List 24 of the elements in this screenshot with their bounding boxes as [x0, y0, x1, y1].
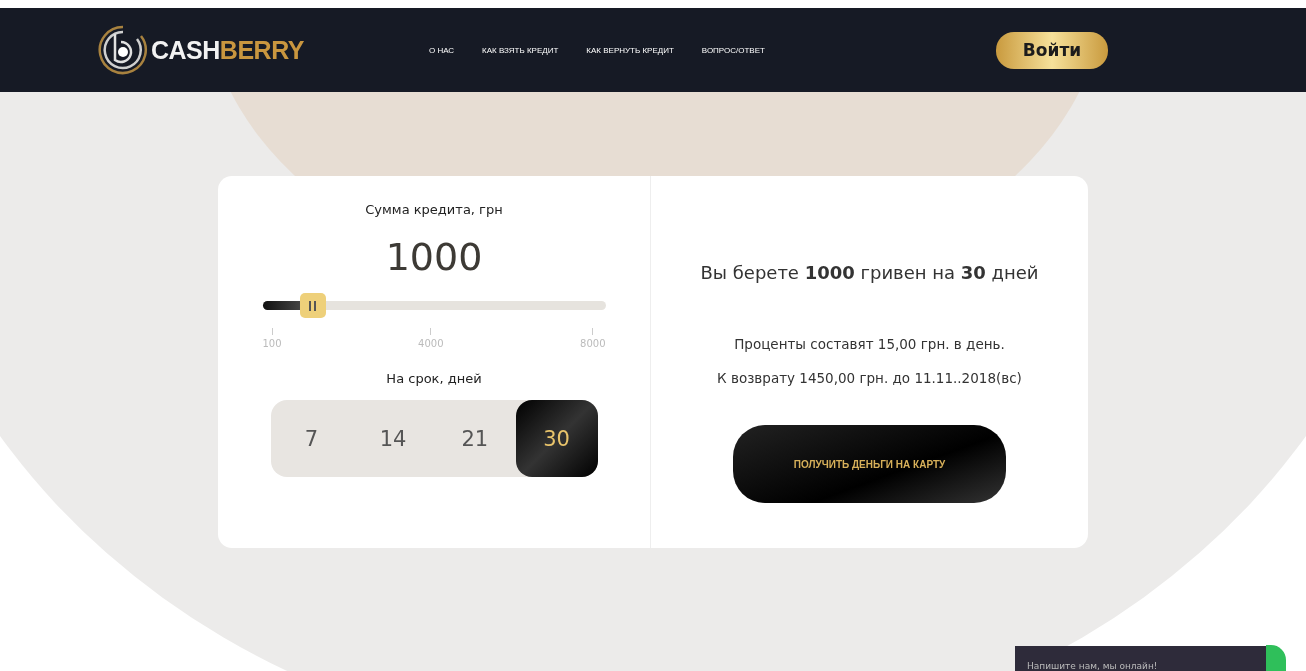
amount-slider[interactable]: [262, 293, 606, 318]
amount-label: Сумма кредита, грн: [365, 202, 503, 217]
logo-text: CASHBERRY: [151, 35, 304, 65]
tick-label: 100: [262, 338, 282, 349]
nav-link[interactable]: О НАС: [428, 45, 455, 55]
summary-headline: Вы берете 1000 гривен на 30 дней: [700, 262, 1039, 283]
login-button[interactable]: Войти: [996, 31, 1108, 69]
term-option[interactable]: 7: [270, 400, 353, 477]
repayment-text: К возврату 1450,00 грн. до 11.11..2018(вс): [717, 369, 1022, 388]
nav-link[interactable]: ВОПРОС/ОТВЕТ: [701, 45, 765, 55]
term-option[interactable]: 21: [434, 400, 516, 477]
slider-thumb[interactable]: [299, 293, 326, 318]
amount-value: 1000: [385, 235, 483, 279]
logo-icon: [97, 24, 149, 76]
nav-link[interactable]: КАК ВЗЯТЬ КРЕДИТ: [482, 45, 559, 55]
interest-text: Проценты составят 15,00 грн. в день.: [733, 335, 1006, 354]
tick-label: 4000: [418, 338, 444, 349]
chat-text: Напишите нам, мы онлайн!: [1027, 661, 1158, 671]
term-option[interactable]: 14: [352, 400, 434, 477]
get-money-button[interactable]: ПОЛУЧИТЬ ДЕНЬГИ НА КАРТУ: [733, 425, 1006, 503]
nav-link[interactable]: КАК ВЕРНУТЬ КРЕДИТ: [586, 45, 674, 55]
tick-label: 8000: [580, 338, 606, 349]
term-label: На срок, дней: [386, 371, 482, 386]
term-option[interactable]: 30: [515, 400, 598, 477]
